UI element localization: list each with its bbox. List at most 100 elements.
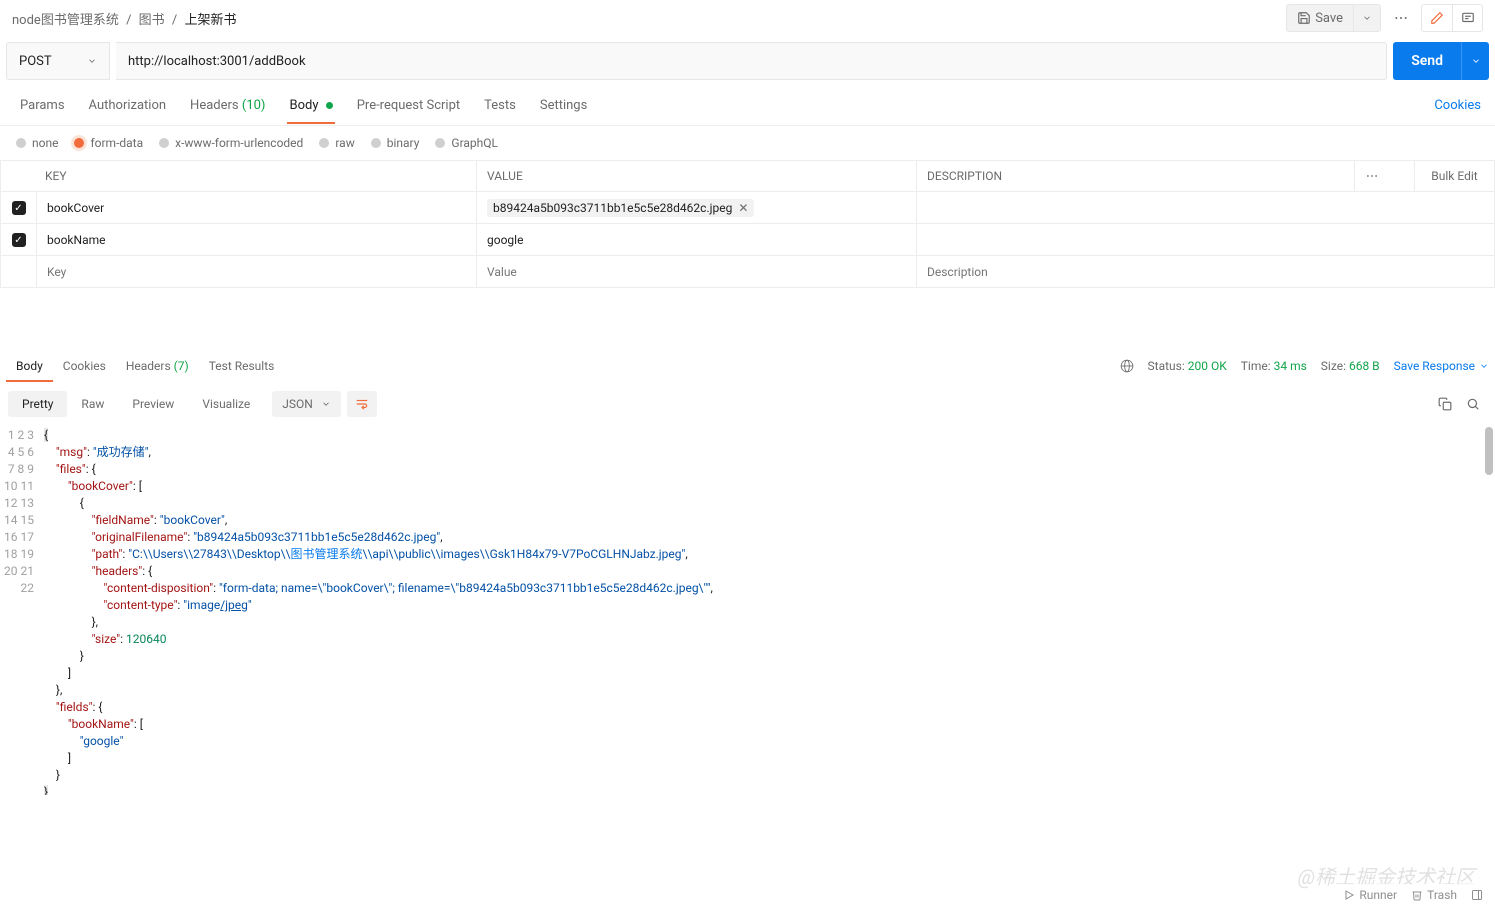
trash-button[interactable]: Trash — [1411, 888, 1457, 902]
more-actions-button[interactable] — [1387, 4, 1415, 32]
tab-tests[interactable]: Tests — [472, 88, 528, 123]
body-type-graphql[interactable]: GraphQL — [435, 136, 498, 150]
resp-tab-headers[interactable]: Headers (7) — [116, 351, 199, 381]
body-type-raw[interactable]: raw — [319, 136, 354, 150]
bulk-edit-link[interactable]: Bulk Edit — [1415, 161, 1495, 192]
chevron-down-icon — [1479, 361, 1489, 371]
table-row: ✓ bookCover b89424a5b093c3711bb1e5c5e28d… — [1, 192, 1495, 224]
network-icon[interactable] — [1120, 359, 1134, 373]
body-type-none[interactable]: none — [16, 136, 58, 150]
lang-value: JSON — [282, 397, 313, 411]
remove-file-button[interactable]: ✕ — [738, 201, 748, 215]
save-response-button[interactable]: Save Response — [1394, 359, 1489, 373]
save-button-group: Save — [1286, 4, 1381, 32]
breadcrumb-mid[interactable]: 图书 — [139, 13, 165, 28]
breadcrumb: node图书管理系统 / 图书 / 上架新书 — [12, 9, 1286, 28]
chevron-down-icon — [1471, 56, 1481, 66]
col-description: DESCRIPTION — [917, 161, 1355, 192]
row-checkbox[interactable]: ✓ — [12, 201, 26, 215]
dots-icon — [1365, 169, 1379, 183]
body-type-urlencoded-label: x-www-form-urlencoded — [175, 136, 303, 150]
size-meta[interactable]: Size: 668 B — [1321, 359, 1380, 373]
status-meta[interactable]: Status: 200 OK — [1148, 359, 1227, 373]
tab-params[interactable]: Params — [8, 88, 77, 123]
chevron-down-icon — [87, 56, 97, 66]
dots-icon — [1393, 10, 1409, 26]
body-type-none-label: none — [32, 136, 58, 150]
resp-tab-headers-count: (7) — [174, 359, 189, 373]
table-row-empty — [1, 256, 1495, 288]
runner-button[interactable]: Runner — [1343, 888, 1397, 902]
tab-authorization[interactable]: Authorization — [77, 88, 179, 123]
body-type-urlencoded[interactable]: x-www-form-urlencoded — [159, 136, 303, 150]
col-key: KEY — [1, 161, 477, 192]
trash-icon — [1411, 889, 1423, 901]
resp-tab-cookies[interactable]: Cookies — [53, 351, 116, 381]
tab-prerequest[interactable]: Pre-request Script — [345, 88, 472, 123]
save-caret[interactable] — [1354, 13, 1380, 23]
key-input[interactable] — [47, 265, 466, 279]
comment-button[interactable] — [1452, 5, 1482, 31]
save-icon — [1297, 11, 1311, 25]
resp-tab-testresults[interactable]: Test Results — [199, 351, 285, 381]
lang-select[interactable]: JSON — [272, 391, 341, 417]
body-type-formdata[interactable]: form-data — [74, 136, 143, 150]
col-value: VALUE — [477, 161, 917, 192]
file-name: b89424a5b093c3711bb1e5c5e28d462c.jpeg — [493, 201, 732, 215]
row-checkbox[interactable]: ✓ — [12, 233, 26, 247]
pencil-icon — [1430, 11, 1444, 25]
row-key[interactable]: bookName — [47, 233, 105, 247]
modified-dot-icon — [326, 102, 333, 109]
time-meta[interactable]: Time: 34 ms — [1241, 359, 1307, 373]
tab-headers-label: Headers — [190, 98, 239, 113]
http-method-value: POST — [19, 54, 52, 69]
description-input[interactable] — [927, 265, 1484, 279]
formdata-table: KEY VALUE DESCRIPTION Bulk Edit ✓ bookCo… — [0, 160, 1495, 288]
resp-tab-headers-label: Headers — [126, 359, 171, 373]
runner-icon — [1343, 889, 1355, 901]
copy-icon — [1438, 397, 1452, 411]
tab-settings[interactable]: Settings — [528, 88, 599, 123]
http-method-select[interactable]: POST — [6, 42, 110, 80]
line-gutter: 1 2 3 4 5 6 7 8 9 10 11 12 13 14 15 16 1… — [0, 425, 44, 795]
resp-tab-body[interactable]: Body — [6, 351, 53, 381]
expand-button[interactable] — [1471, 889, 1483, 901]
breadcrumb-root[interactable]: node图书管理系统 — [12, 13, 119, 28]
chevron-down-icon — [321, 399, 331, 409]
col-actions[interactable] — [1355, 161, 1415, 192]
save-button[interactable]: Save — [1287, 5, 1354, 31]
json-code: { "msg": "成功存储", "files": { "bookCover":… — [44, 425, 1495, 795]
tab-body[interactable]: Body — [277, 88, 344, 123]
comment-icon — [1461, 11, 1475, 25]
response-body[interactable]: 1 2 3 4 5 6 7 8 9 10 11 12 13 14 15 16 1… — [0, 425, 1495, 795]
chevron-down-icon — [1362, 13, 1372, 23]
body-type-binary-label: binary — [387, 136, 420, 150]
tab-headers-count: (10) — [242, 98, 266, 113]
search-icon — [1466, 397, 1480, 411]
body-type-raw-label: raw — [335, 136, 354, 150]
view-raw[interactable]: Raw — [67, 391, 118, 417]
row-value[interactable]: google — [487, 233, 523, 247]
expand-icon — [1471, 889, 1483, 901]
value-input[interactable] — [487, 265, 906, 279]
copy-button[interactable] — [1431, 390, 1459, 418]
row-key[interactable]: bookCover — [47, 201, 104, 215]
wrap-button[interactable] — [347, 391, 377, 417]
send-button[interactable]: Send — [1393, 42, 1461, 80]
file-chip: b89424a5b093c3711bb1e5c5e28d462c.jpeg ✕ — [487, 199, 754, 217]
save-label: Save — [1315, 11, 1343, 26]
body-type-formdata-label: form-data — [90, 136, 143, 150]
cookies-link[interactable]: Cookies — [1428, 98, 1487, 113]
search-button[interactable] — [1459, 390, 1487, 418]
body-type-binary[interactable]: binary — [371, 136, 420, 150]
view-pretty[interactable]: Pretty — [8, 391, 67, 417]
url-input[interactable] — [116, 42, 1387, 80]
wrap-icon — [355, 397, 369, 411]
view-preview[interactable]: Preview — [118, 391, 188, 417]
view-visualize[interactable]: Visualize — [188, 391, 264, 417]
tab-headers[interactable]: Headers (10) — [178, 88, 277, 123]
table-row: ✓ bookName google — [1, 224, 1495, 256]
scrollbar[interactable] — [1485, 427, 1493, 475]
edit-button[interactable] — [1422, 5, 1452, 31]
send-caret[interactable] — [1461, 42, 1489, 80]
